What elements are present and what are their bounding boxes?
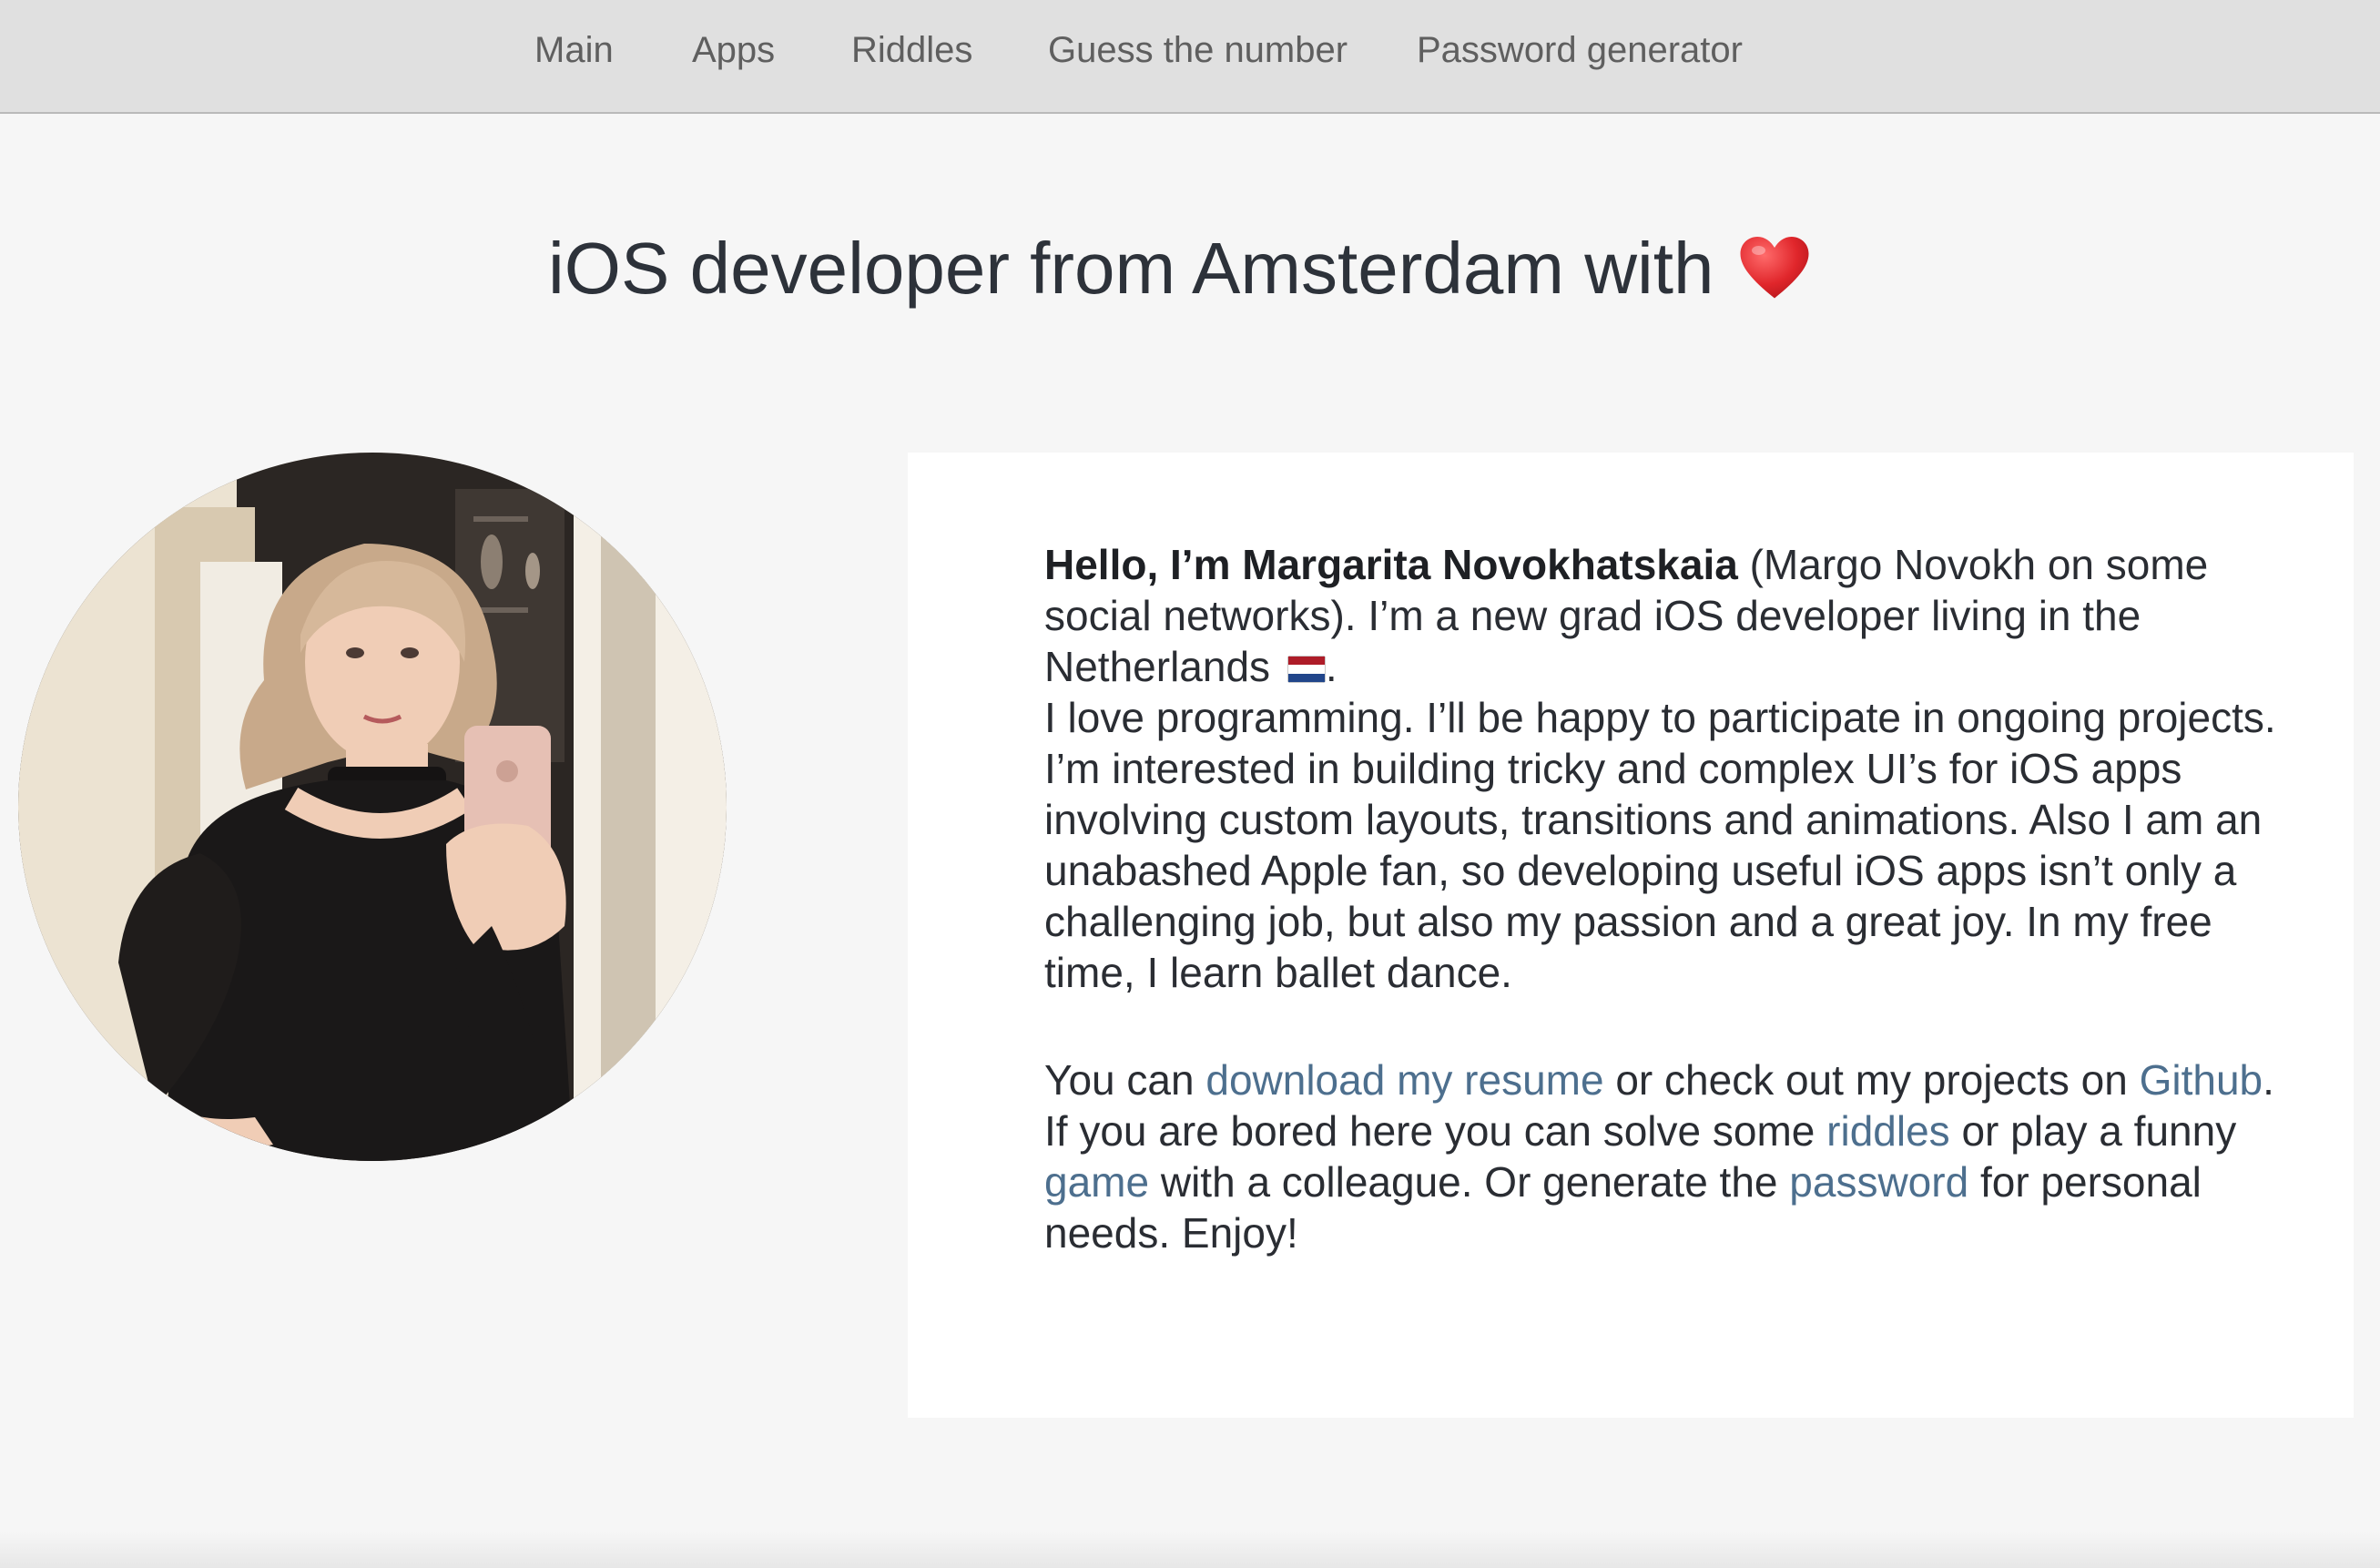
- nav-item-password-generator[interactable]: Password generator: [1417, 27, 1743, 73]
- greeting-end: .: [1325, 643, 1337, 690]
- riddles-link[interactable]: riddles: [1826, 1107, 1950, 1155]
- download-resume-link[interactable]: download my resume: [1205, 1056, 1603, 1104]
- intro-paragraph: Hello, I’m Margarita Novokhatskaia (Marg…: [1044, 539, 2292, 692]
- selfie-photo: [18, 453, 727, 1161]
- links-text-mid4: with a colleague. Or generate the: [1149, 1158, 1790, 1206]
- profile-photo: [18, 453, 727, 1161]
- links-text-mid3: or play a funny: [1949, 1107, 2237, 1155]
- about-card: Hello, I’m Margarita Novokhatskaia (Marg…: [908, 453, 2354, 1418]
- github-link[interactable]: Github: [2140, 1056, 2263, 1104]
- heart-icon: [1740, 237, 1809, 299]
- passion-paragraph: I love programming. I’ll be happy to par…: [1044, 694, 2276, 996]
- nav-item-riddles[interactable]: Riddles: [851, 27, 972, 73]
- page-title: iOS developer from Amsterdam with: [548, 223, 1811, 314]
- bottom-shadow: [0, 1532, 2380, 1568]
- links-text-mid1: or check out my projects on: [1603, 1056, 2140, 1104]
- nav-item-guess-the-number[interactable]: Guess the number: [1048, 27, 1348, 73]
- about-text: Hello, I’m Margarita Novokhatskaia (Marg…: [1044, 539, 2292, 1258]
- links-text-prefix: You can: [1044, 1056, 1206, 1104]
- netherlands-flag-icon: [1287, 656, 1326, 683]
- links-paragraph: You can download my resume or check out …: [1044, 1054, 2292, 1258]
- password-link[interactable]: password: [1789, 1158, 1968, 1206]
- top-navbar: Main Apps Riddles Guess the number Passw…: [0, 0, 2380, 114]
- nav-item-main[interactable]: Main: [534, 27, 614, 73]
- page-title-text: iOS developer from Amsterdam with: [548, 228, 1714, 309]
- greeting-name: Hello, I’m Margarita Novokhatskaia: [1044, 541, 1738, 588]
- nav-item-apps[interactable]: Apps: [692, 27, 775, 73]
- game-link[interactable]: game: [1044, 1158, 1149, 1206]
